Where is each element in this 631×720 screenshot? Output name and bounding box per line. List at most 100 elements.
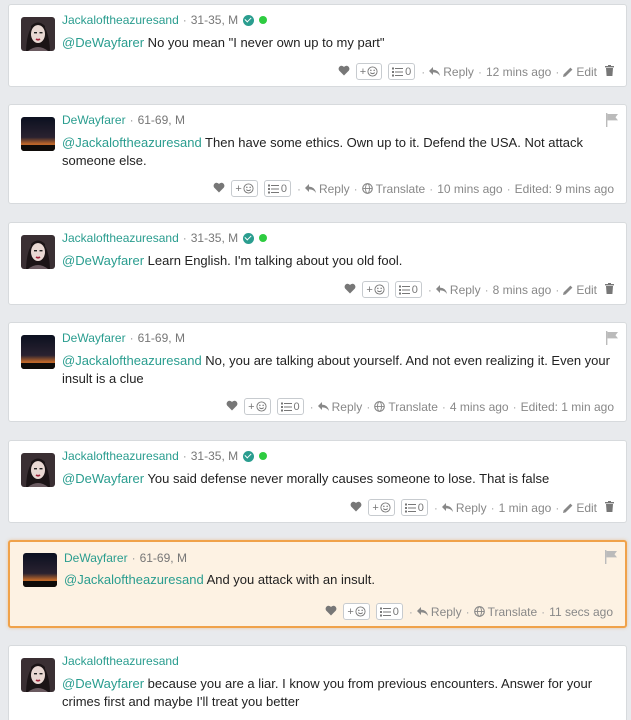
- flag-icon[interactable]: [605, 550, 617, 564]
- mention-link[interactable]: @DeWayfarer: [62, 676, 144, 691]
- avatar[interactable]: [21, 117, 55, 151]
- edit-button[interactable]: Edit: [563, 283, 597, 297]
- comment-meta: DeWayfarer · 61-69, M: [64, 551, 187, 565]
- mention-link[interactable]: @DeWayfarer: [62, 35, 144, 50]
- heart-icon[interactable]: [325, 605, 337, 619]
- smiley-icon: [355, 606, 366, 617]
- comment-card: Jackaloftheazuresand · 31-35, M @DeWayfa…: [8, 440, 627, 523]
- heart-icon[interactable]: [226, 400, 238, 414]
- add-reaction-button[interactable]: +: [362, 281, 389, 298]
- avatar[interactable]: [23, 553, 57, 587]
- online-status-icon: [259, 16, 268, 24]
- avatar[interactable]: [21, 17, 55, 51]
- dot-separator: ·: [408, 604, 413, 619]
- reply-button[interactable]: Reply: [435, 283, 481, 297]
- list-count: 0: [392, 605, 399, 618]
- comment-card: DeWayfarer · 61-69, M @Jackaloftheazures…: [8, 104, 627, 204]
- avatar[interactable]: [21, 235, 55, 269]
- dot-separator: ·: [555, 282, 560, 297]
- mention-link[interactable]: @DeWayfarer: [62, 253, 144, 268]
- list-count: 0: [405, 65, 412, 78]
- author-name[interactable]: DeWayfarer: [64, 551, 128, 565]
- mention-link[interactable]: @DeWayfarer: [62, 471, 144, 486]
- dot-separator: ·: [506, 181, 511, 196]
- avatar[interactable]: [21, 453, 55, 487]
- smiley-icon: [367, 66, 378, 77]
- reply-button[interactable]: Reply: [441, 501, 487, 515]
- list-icon: [379, 607, 391, 616]
- translate-button[interactable]: Translate: [374, 400, 438, 414]
- avatar[interactable]: [21, 335, 55, 369]
- heart-icon[interactable]: [338, 65, 350, 79]
- flag-icon[interactable]: [606, 113, 618, 127]
- translate-button[interactable]: Translate: [361, 182, 425, 196]
- timestamp: 11 secs ago: [549, 604, 613, 619]
- dot-separator: ·: [541, 604, 546, 619]
- comment-meta: Jackaloftheazuresand: [62, 654, 179, 668]
- avatar[interactable]: [21, 658, 55, 692]
- reply-button[interactable]: Reply: [304, 182, 350, 196]
- comment-card: DeWayfarer · 61-69, M @Jackaloftheazures…: [8, 322, 627, 422]
- heart-icon[interactable]: [213, 182, 225, 196]
- pencil-icon: [563, 503, 573, 513]
- dot-separator: ·: [555, 64, 560, 79]
- author-name[interactable]: Jackaloftheazuresand: [62, 231, 179, 245]
- comment-body: No you mean "I never own up to my part": [144, 35, 385, 50]
- reply-button[interactable]: Reply: [317, 400, 362, 414]
- heart-icon[interactable]: [350, 501, 362, 515]
- dot-separator: ·: [427, 282, 432, 297]
- comment-text: @DeWayfarer because you are a liar. I kn…: [62, 675, 612, 711]
- timestamp: 12 mins ago: [485, 64, 552, 79]
- comment-actions: + 0 · Reply · Translate · 10 mins ago · …: [207, 180, 614, 197]
- list-count: 0: [417, 501, 424, 514]
- comment-text: @DeWayfarer No you mean "I never own up …: [62, 34, 612, 52]
- trash-icon[interactable]: [605, 500, 614, 515]
- reply-button[interactable]: Reply: [416, 605, 462, 619]
- comment-meta: Jackaloftheazuresand · 31-35, M: [62, 13, 268, 27]
- list-button[interactable]: 0: [276, 398, 304, 415]
- author-name[interactable]: Jackaloftheazuresand: [62, 449, 179, 463]
- online-status-icon: [259, 234, 268, 242]
- reply-button[interactable]: Reply: [429, 65, 474, 79]
- flag-icon[interactable]: [606, 331, 618, 345]
- add-reaction-button[interactable]: +: [244, 398, 271, 415]
- edit-button[interactable]: Edit: [563, 65, 597, 79]
- list-button[interactable]: 0: [394, 281, 422, 298]
- comment-card: Jackaloftheazuresand · 31-35, M @DeWayfa…: [8, 4, 627, 87]
- comment-card: Jackaloftheazuresand · 31-35, M @DeWayfa…: [8, 222, 627, 305]
- mention-link[interactable]: @Jackaloftheazuresand: [64, 572, 204, 587]
- comment-card-highlighted: DeWayfarer · 61-69, M @Jackaloftheazures…: [8, 540, 627, 628]
- author-name[interactable]: Jackaloftheazuresand: [62, 654, 179, 668]
- meta-separator: ·: [182, 231, 187, 245]
- add-reaction-button[interactable]: +: [343, 603, 370, 620]
- reply-icon: [429, 67, 441, 76]
- list-icon: [267, 184, 279, 193]
- author-name[interactable]: DeWayfarer: [62, 331, 126, 345]
- add-reaction-button[interactable]: +: [368, 499, 395, 516]
- trash-icon[interactable]: [605, 64, 614, 79]
- comment-meta: Jackaloftheazuresand · 31-35, M: [62, 231, 268, 245]
- trash-icon[interactable]: [605, 282, 614, 297]
- comment-actions: + 0 · Reply · 12 mins ago · Edit: [332, 63, 614, 80]
- comment-text: @DeWayfarer Learn English. I'm talking a…: [62, 252, 612, 270]
- add-reaction-button[interactable]: +: [355, 63, 383, 80]
- author-name[interactable]: DeWayfarer: [62, 113, 126, 127]
- comment-meta: Jackaloftheazuresand · 31-35, M: [62, 449, 268, 463]
- list-button[interactable]: 0: [375, 603, 403, 620]
- comment-actions: + 0 · Reply · 1 min ago · Edit: [344, 499, 614, 516]
- age-gender: 61-69, M: [137, 331, 185, 345]
- list-button[interactable]: 0: [263, 180, 291, 197]
- mention-link[interactable]: @Jackaloftheazuresand: [62, 135, 202, 150]
- comment-actions: + 0 · Reply · 8 mins ago · Edit: [338, 281, 614, 298]
- translate-button[interactable]: Translate: [473, 605, 537, 619]
- add-reaction-button[interactable]: +: [231, 180, 258, 197]
- globe-icon: [473, 606, 485, 617]
- list-button[interactable]: 0: [400, 499, 428, 516]
- heart-icon[interactable]: [344, 283, 356, 297]
- list-button[interactable]: 0: [388, 63, 416, 80]
- dot-separator: ·: [477, 64, 482, 79]
- edit-button[interactable]: Edit: [563, 501, 597, 515]
- author-name[interactable]: Jackaloftheazuresand: [62, 13, 179, 27]
- comment-actions: + 0 · Reply · Translate · 11 secs ago: [319, 603, 613, 620]
- mention-link[interactable]: @Jackaloftheazuresand: [62, 353, 202, 368]
